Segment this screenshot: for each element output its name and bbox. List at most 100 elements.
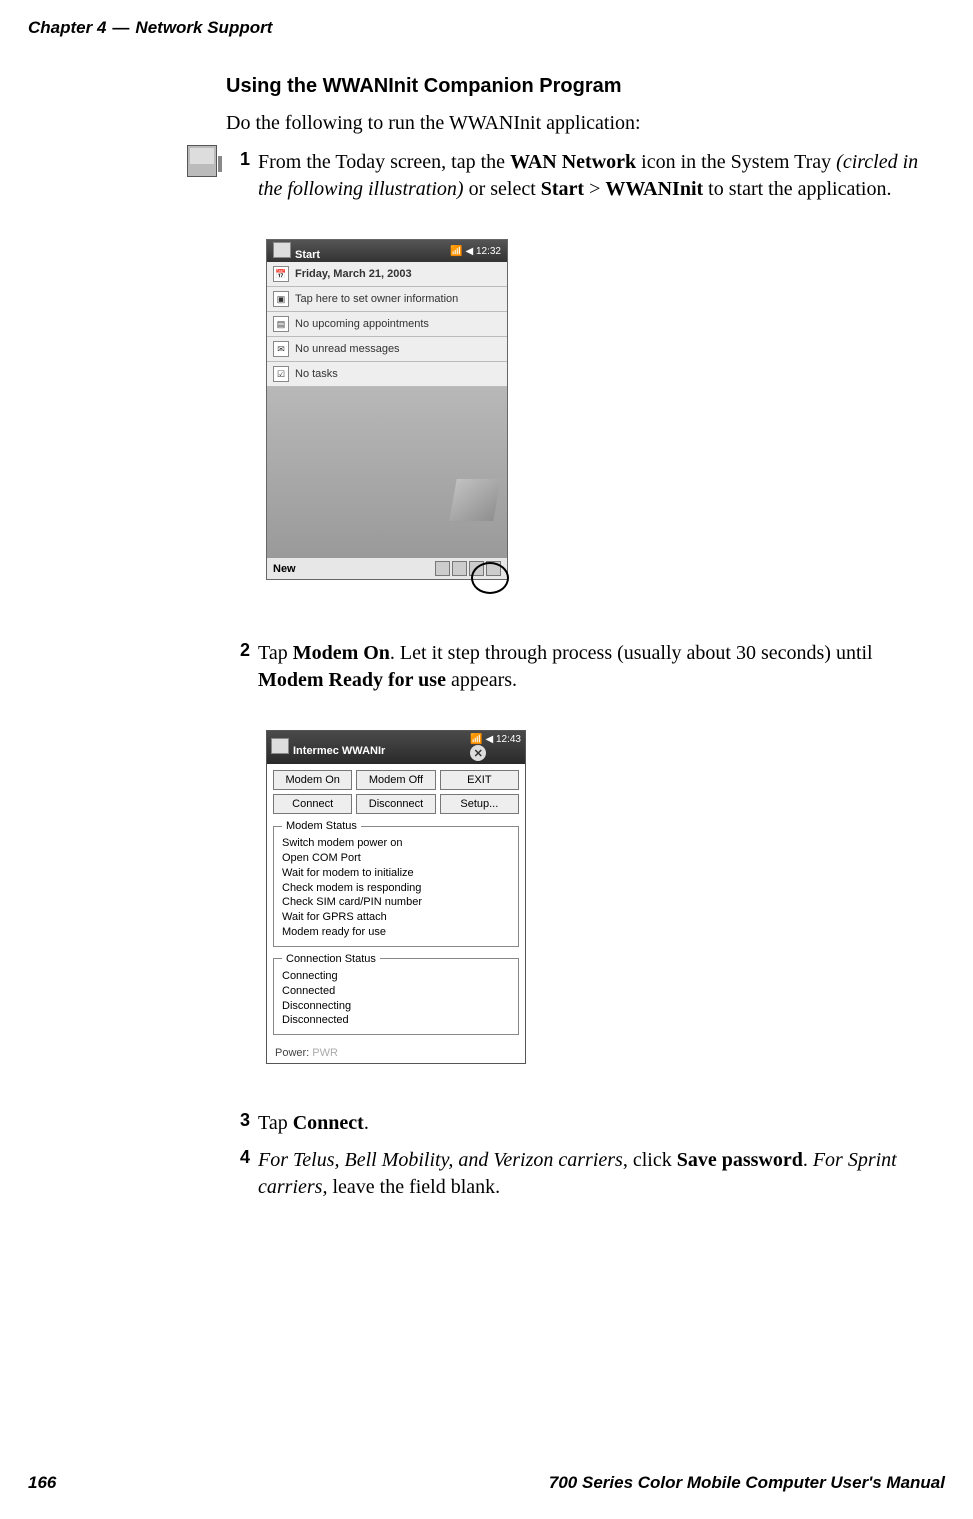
text: . <box>364 1112 369 1134</box>
bold-modem-on: Modem On <box>293 642 390 664</box>
calendar-icon: 📅 <box>273 266 289 282</box>
power-value: PWR <box>312 1047 338 1059</box>
page-header: Chapter 4 — Network Support <box>28 18 945 38</box>
tray-icon-2[interactable] <box>452 561 467 576</box>
modem-on-button[interactable]: Modem On <box>273 770 352 790</box>
bold-wan-network: WAN Network <box>510 151 636 173</box>
step-body: For Telus, Bell Mobility, and Verizon ca… <box>258 1147 940 1201</box>
status-line: Connecting <box>282 969 510 984</box>
step-body: Tap Modem On. Let it step through proces… <box>258 640 940 694</box>
status-line: Check modem is responding <box>282 881 510 896</box>
status-line: Check SIM card/PIN number <box>282 895 510 910</box>
today-background <box>267 387 507 557</box>
step-number: 1 <box>226 149 258 203</box>
tasks-text: No tasks <box>295 368 338 380</box>
start-text: Start <box>295 249 320 261</box>
text: > <box>584 178 605 200</box>
page-footer: 166 700 Series Color Mobile Computer Use… <box>28 1473 945 1493</box>
wwan-title-text: Intermec WWANIr <box>293 745 385 757</box>
owner-icon: ▣ <box>273 291 289 307</box>
windows-flag-logo <box>449 479 500 521</box>
windows-flag-icon <box>271 738 289 754</box>
step-4: 4 For Telus, Bell Mobility, and Verizon … <box>226 1147 940 1201</box>
page-number: 166 <box>28 1473 56 1493</box>
wwaninit-figure: Intermec WWANIr 📶 ◀ 12:43 ✕ Modem On Mod… <box>266 730 940 1064</box>
step-body: Tap Connect. <box>258 1110 940 1137</box>
status-line: Disconnected <box>282 1013 510 1028</box>
section-heading: Using the WWANInit Companion Program <box>226 75 940 98</box>
wwaninit-title-right: 📶 ◀ 12:43 ✕ <box>470 734 521 761</box>
bold-wwaninit: WWANInit <box>605 178 703 200</box>
connect-button[interactable]: Connect <box>273 794 352 814</box>
setup-button[interactable]: Setup... <box>440 794 519 814</box>
appointments-icon: ▤ <box>273 316 289 332</box>
connection-status-legend: Connection Status <box>282 953 380 965</box>
circle-annotation <box>471 562 509 594</box>
date-text: Friday, March 21, 2003 <box>295 268 412 280</box>
wwaninit-titlebar: Intermec WWANIr 📶 ◀ 12:43 ✕ <box>267 731 525 764</box>
wwaninit-window: Intermec WWANIr 📶 ◀ 12:43 ✕ Modem On Mod… <box>266 730 526 1064</box>
inbox-icon: ✉ <box>273 341 289 357</box>
modem-status-legend: Modem Status <box>282 820 361 832</box>
bold-connect: Connect <box>293 1112 364 1134</box>
header-separator: — <box>106 18 135 38</box>
time-text: 12:32 <box>476 246 501 257</box>
modem-status-group: Modem Status Switch modem power on Open … <box>273 820 519 947</box>
text: . <box>803 1149 813 1171</box>
tasks-row[interactable]: ☑ No tasks <box>267 362 507 387</box>
text: Tap <box>258 642 293 664</box>
text: icon in the System Tray <box>636 151 836 173</box>
close-icon[interactable]: ✕ <box>470 745 486 761</box>
wan-network-phone-icon <box>187 145 217 177</box>
step-body: From the Today screen, tap the WAN Netwo… <box>258 149 940 203</box>
manual-title: 700 Series Color Mobile Computer User's … <box>549 1473 945 1493</box>
owner-info-row[interactable]: ▣ Tap here to set owner information <box>267 287 507 312</box>
tray-icon-1[interactable] <box>435 561 450 576</box>
italic-carriers-a: For Telus, Bell Mobility, and Verizon ca… <box>258 1149 623 1171</box>
start-menu-label[interactable]: Start <box>273 242 320 261</box>
owner-text: Tap here to set owner information <box>295 293 458 305</box>
status-line: Open COM Port <box>282 851 510 866</box>
appts-text: No upcoming appointments <box>295 318 429 330</box>
disconnect-button[interactable]: Disconnect <box>356 794 435 814</box>
bold-save-password: Save password <box>677 1149 803 1171</box>
step-number: 2 <box>226 640 258 694</box>
time-text: 12:43 <box>496 734 521 745</box>
step-number: 4 <box>226 1147 258 1201</box>
status-line: Disconnecting <box>282 999 510 1014</box>
today-date-row[interactable]: 📅 Friday, March 21, 2003 <box>267 262 507 287</box>
text: , click <box>623 1149 677 1171</box>
step-number: 3 <box>226 1110 258 1137</box>
new-button[interactable]: New <box>273 563 296 575</box>
chapter-label: Chapter 4 <box>28 18 106 38</box>
power-indicator: Power: PWR <box>267 1045 525 1063</box>
modem-off-button[interactable]: Modem Off <box>356 770 435 790</box>
text: . Let it step through process (usually a… <box>390 642 873 664</box>
step-1: 1 From the Today screen, tap the WAN Net… <box>226 149 940 203</box>
windows-flag-icon <box>273 242 291 258</box>
today-screen-figure: Start 📶 ◀ 12:32 📅 Friday, March 21, 2003… <box>266 239 940 594</box>
text: leave the field blank. <box>327 1176 500 1198</box>
intro-text: Do the following to run the WWANInit app… <box>226 112 940 135</box>
msgs-text: No unread messages <box>295 343 400 355</box>
step-3: 3 Tap Connect. <box>226 1110 940 1137</box>
status-line: Wait for GPRS attach <box>282 910 510 925</box>
today-titlebar: Start 📶 ◀ 12:32 <box>267 240 507 262</box>
connection-status-group: Connection Status Connecting Connected D… <box>273 953 519 1035</box>
status-line: Wait for modem to initialize <box>282 866 510 881</box>
messages-row[interactable]: ✉ No unread messages <box>267 337 507 362</box>
step-2: 2 Tap Modem On. Let it step through proc… <box>226 640 940 694</box>
appointments-row[interactable]: ▤ No upcoming appointments <box>267 312 507 337</box>
chapter-title: Network Support <box>135 18 272 38</box>
bold-modem-ready: Modem Ready for use <box>258 669 446 691</box>
text: From the Today screen, tap the <box>258 151 510 173</box>
text: or select <box>464 178 541 200</box>
today-screen-window: Start 📶 ◀ 12:32 📅 Friday, March 21, 2003… <box>266 239 508 580</box>
wwaninit-title-left: Intermec WWANIr <box>271 738 385 757</box>
exit-button[interactable]: EXIT <box>440 770 519 790</box>
power-label: Power: <box>275 1047 312 1059</box>
clock-label: 📶 ◀ 12:32 <box>450 246 501 257</box>
text: appears. <box>446 669 517 691</box>
text: to start the application. <box>703 178 891 200</box>
tasks-icon: ☑ <box>273 366 289 382</box>
